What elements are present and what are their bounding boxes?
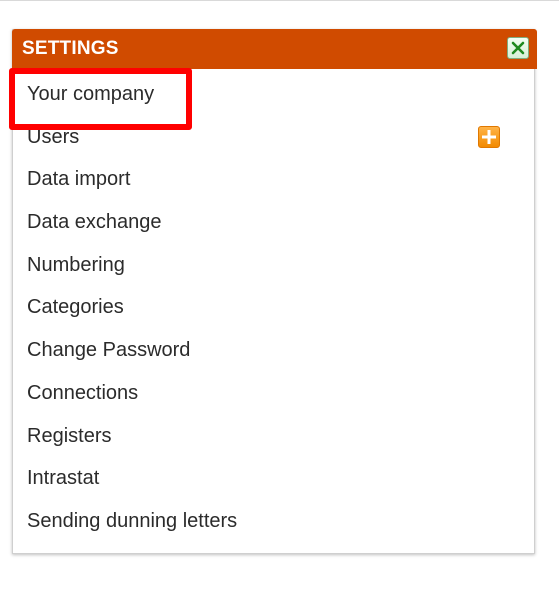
menu-item-data-import[interactable]: Data import (13, 158, 534, 201)
menu-item-data-exchange[interactable]: Data exchange (13, 201, 534, 244)
add-icon (482, 129, 496, 144)
menu-item-sending-dunning-letters[interactable]: Sending dunning letters (13, 500, 534, 543)
menu-item-label: Intrastat (27, 467, 100, 490)
menu-item-your-company[interactable]: Your company (13, 73, 534, 116)
menu-item-label: Connections (27, 381, 139, 404)
menu-item-connections[interactable]: Connections (13, 372, 534, 415)
menu-item-intrastat[interactable]: Intrastat (13, 457, 534, 500)
menu-item-label: Data exchange (27, 211, 162, 234)
menu-item-label: Categories (27, 296, 124, 319)
panel-header: SETTINGS (12, 29, 537, 69)
close-button[interactable] (507, 37, 529, 59)
menu-item-users[interactable]: Users (13, 116, 534, 159)
menu-item-registers[interactable]: Registers (13, 415, 534, 458)
menu-item-label: Sending dunning letters (27, 509, 238, 532)
menu-item-label: Registers (27, 424, 112, 447)
menu-item-categories[interactable]: Categories (13, 286, 534, 329)
menu-item-label: Numbering (27, 253, 125, 276)
add-user-button[interactable] (478, 125, 500, 148)
close-icon (511, 41, 525, 55)
menu-item-label: Change Password (27, 339, 191, 362)
menu-item-label: Users (27, 125, 80, 148)
panel-title: SETTINGS (22, 38, 119, 59)
menu-item-label: Your company (27, 83, 155, 105)
top-divider (0, 0, 559, 1)
settings-panel: SETTINGS Your company Users Data import … (12, 29, 537, 554)
menu-item-change-password[interactable]: Change Password (13, 329, 534, 372)
menu-item-label: Data import (27, 168, 131, 191)
settings-menu: Your company Users Data import Data exch… (13, 81, 534, 543)
menu-item-numbering[interactable]: Numbering (13, 244, 534, 287)
